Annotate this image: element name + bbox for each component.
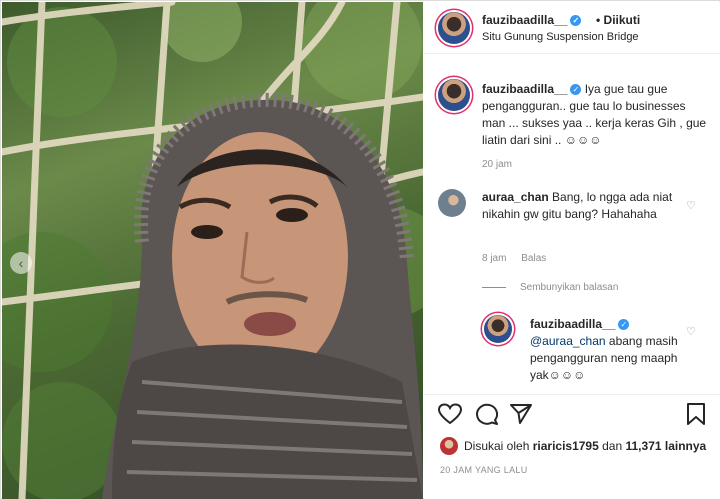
liked-by-count[interactable]: 11,371 lainnya — [626, 439, 707, 453]
liked-by-user[interactable]: riaricis1795 — [533, 439, 599, 453]
author-username-text[interactable]: fauzibaadilla__ — [482, 13, 567, 27]
liked-by-and: dan — [602, 439, 623, 453]
caption: fauzibaadilla__ ✓ Iya gue tau gue pengang… — [482, 81, 710, 149]
hide-replies-label[interactable]: Sembunyikan balasan — [520, 282, 618, 293]
reply-mention[interactable]: @auraa_chan — [530, 334, 606, 348]
caption-time[interactable]: 20 jam — [482, 159, 512, 170]
author-avatar[interactable] — [438, 12, 470, 44]
reply-username[interactable]: fauzibaadilla__ — [530, 317, 615, 331]
reply-like-heart-icon[interactable]: ♡ — [686, 325, 696, 338]
divider-line — [482, 286, 506, 288]
chevron-left-icon[interactable]: ‹ — [10, 252, 32, 274]
comment-username[interactable]: auraa_chan — [482, 190, 549, 204]
heart-icon[interactable] — [438, 403, 462, 425]
share-icon[interactable] — [510, 403, 532, 425]
post-sidebar: fauzibaadilla__ ✓ • Diikuti Situ Gunung S… — [424, 2, 720, 499]
comment-like-heart-icon[interactable]: ♡ — [686, 199, 696, 212]
caption-avatar[interactable] — [438, 79, 470, 111]
comment-avatar[interactable] — [438, 189, 466, 217]
verified-badge-icon: ✓ — [570, 84, 582, 96]
liked-by-prefix: Disukai oleh — [464, 439, 530, 453]
bookmark-icon[interactable] — [686, 403, 706, 425]
reply: fauzibaadilla__ ✓ @auraa_chan abang masih… — [530, 316, 690, 384]
verified-badge-icon: ✓ — [618, 319, 630, 331]
liker-avatar[interactable] — [440, 437, 458, 455]
comment-time[interactable]: 8 jam — [482, 253, 506, 264]
hide-replies-toggle[interactable]: Sembunyikan balasan — [482, 282, 618, 293]
location-link[interactable]: Situ Gunung Suspension Bridge — [482, 31, 639, 43]
comment: auraa_chan Bang, lo ngga ada niat nikahi… — [482, 189, 687, 223]
post-actions: Disukai oleh riaricis1795 dan 11,371 lai… — [424, 394, 720, 499]
caption-username[interactable]: fauzibaadilla__ — [482, 82, 567, 96]
reply-avatar[interactable] — [484, 315, 512, 343]
post-header: fauzibaadilla__ ✓ • Diikuti Situ Gunung S… — [424, 2, 720, 54]
author-username[interactable]: fauzibaadilla__ ✓ — [482, 13, 582, 27]
follow-status[interactable]: • Diikuti — [596, 13, 640, 27]
comment-meta: 8 jam Balas — [482, 253, 558, 264]
photo-illustration — [2, 2, 423, 499]
instagram-post-frame: ‹ fauzibaadilla__ ✓ • Diikuti Situ Gunung… — [0, 0, 720, 499]
post-photo[interactable]: ‹ — [2, 2, 423, 499]
likes-summary: Disukai oleh riaricis1795 dan 11,371 lai… — [464, 439, 706, 453]
comment-icon[interactable] — [474, 403, 498, 425]
reply-button[interactable]: Balas — [521, 253, 546, 264]
post-timestamp[interactable]: 20 JAM YANG LALU — [440, 465, 528, 475]
verified-badge-icon: ✓ — [570, 15, 582, 27]
